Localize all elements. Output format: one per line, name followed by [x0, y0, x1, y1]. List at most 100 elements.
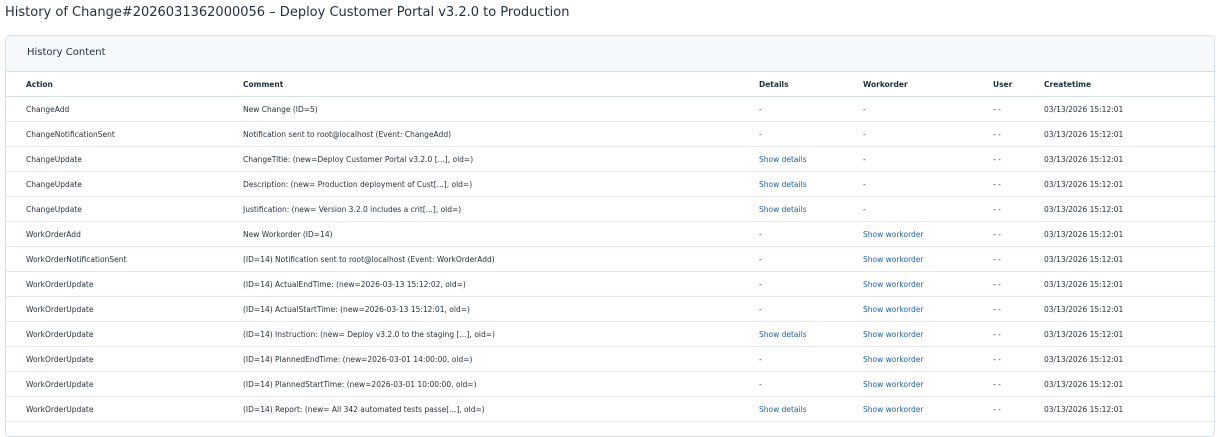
cell-details: Show details [759, 146, 863, 172]
column-header-createtime: Createtime [1044, 72, 1214, 97]
cell-comment: Notification sent to root@localhost (Eve… [243, 121, 759, 147]
cell-workorder-link[interactable]: Show workorder [863, 255, 924, 264]
cell-action: ChangeAdd [6, 96, 243, 122]
cell-createtime: 03/13/2026 15:12:01 [1044, 346, 1214, 372]
cell-action: WorkOrderUpdate [6, 396, 243, 422]
cell-action: ChangeNotificationSent [6, 121, 243, 147]
cell-workorder: Show workorder [863, 221, 993, 247]
cell-workorder-link[interactable]: Show workorder [863, 355, 924, 364]
cell-workorder: - [863, 121, 993, 147]
cell-user: - - [993, 146, 1044, 172]
cell-workorder: - [863, 146, 993, 172]
cell-details: - [759, 96, 863, 122]
cell-workorder-link[interactable]: Show workorder [863, 280, 924, 289]
cell-workorder-link[interactable]: Show workorder [863, 330, 924, 339]
cell-action: ChangeUpdate [6, 146, 243, 172]
cell-action: ChangeUpdate [6, 196, 243, 222]
cell-comment: (ID=14) ActualEndTime: (new=2026-03-13 1… [243, 271, 759, 297]
cell-action: WorkOrderUpdate [6, 346, 243, 372]
cell-details-link[interactable]: Show details [759, 405, 807, 414]
cell-user: - - [993, 96, 1044, 122]
table-row: WorkOrderUpdate (ID=14) PlannedEndTime: (… [6, 346, 1214, 372]
table-row: WorkOrderUpdate (ID=14) Report: (new= All… [6, 396, 1214, 422]
cell-workorder: Show workorder [863, 371, 993, 397]
cell-createtime: 03/13/2026 15:12:01 [1044, 171, 1214, 197]
cell-comment: (ID=14) ActualStartTime: (new=2026-03-13… [243, 296, 759, 322]
cell-user: - - [993, 121, 1044, 147]
cell-comment: (ID=14) Report: (new= All 342 automated … [243, 396, 759, 422]
cell-action: WorkOrderUpdate [6, 271, 243, 297]
cell-workorder-link[interactable]: Show workorder [863, 305, 924, 314]
table-row: WorkOrderUpdate (ID=14) ActualEndTime: (n… [6, 271, 1214, 297]
cell-action: WorkOrderUpdate [6, 321, 243, 347]
cell-details: - [759, 346, 863, 372]
cell-createtime: 03/13/2026 15:12:01 [1044, 246, 1214, 272]
cell-createtime: 03/13/2026 15:12:01 [1044, 146, 1214, 172]
table-header-row: Action Comment Details Workorder User Cr… [6, 72, 1214, 97]
cell-user: - - [993, 371, 1044, 397]
cell-user: - - [993, 221, 1044, 247]
cell-workorder-link[interactable]: Show workorder [863, 380, 924, 389]
column-header-details: Details [759, 72, 863, 97]
cell-user: - - [993, 321, 1044, 347]
cell-workorder: Show workorder [863, 321, 993, 347]
history-panel: History Content Action Comment Details W… [5, 35, 1215, 437]
column-header-user: User [993, 72, 1044, 97]
table-row: WorkOrderUpdate (ID=14) PlannedStartTime:… [6, 371, 1214, 397]
cell-workorder: - [863, 171, 993, 197]
cell-createtime: 03/13/2026 15:12:01 [1044, 121, 1214, 147]
table-row: WorkOrderUpdate (ID=14) Instruction: (new… [6, 321, 1214, 347]
cell-workorder-link[interactable]: Show workorder [863, 230, 924, 239]
column-header-action: Action [6, 72, 243, 97]
cell-details: Show details [759, 196, 863, 222]
cell-user: - - [993, 396, 1044, 422]
cell-comment: New Workorder (ID=14) [243, 221, 759, 247]
panel-title: History Content [27, 47, 106, 58]
table-row: ChangeAdd New Change (ID=5) - - - -03/13/202… [6, 96, 1214, 122]
cell-workorder: Show workorder [863, 296, 993, 322]
cell-comment: (ID=14) Instruction: (new= Deploy v3.2.0… [243, 321, 759, 347]
cell-createtime: 03/13/2026 15:12:01 [1044, 396, 1214, 422]
cell-comment: Description: (new= Production deployment… [243, 171, 759, 197]
cell-user: - - [993, 171, 1044, 197]
cell-details: - [759, 246, 863, 272]
cell-workorder-link[interactable]: Show workorder [863, 405, 924, 414]
history-table-body: ChangeAdd New Change (ID=5) - - - -03/13/202… [6, 96, 1214, 422]
cell-action: WorkOrderNotificationSent [6, 246, 243, 272]
cell-createtime: 03/13/2026 15:12:01 [1044, 96, 1214, 122]
table-row: ChangeUpdate Justification: (new= Version… [6, 196, 1214, 222]
cell-workorder: - [863, 196, 993, 222]
cell-user: - - [993, 296, 1044, 322]
cell-comment: ChangeTitle: (new=Deploy Customer Portal… [243, 146, 759, 172]
cell-createtime: 03/13/2026 15:12:01 [1044, 296, 1214, 322]
table-row: ChangeUpdate ChangeTitle: (new=Deploy Cus… [6, 146, 1214, 172]
cell-details-link[interactable]: Show details [759, 155, 807, 164]
column-header-comment: Comment [243, 72, 759, 97]
cell-createtime: 03/13/2026 15:12:01 [1044, 221, 1214, 247]
column-header-workorder: Workorder [863, 72, 993, 97]
cell-details: - [759, 221, 863, 247]
cell-action: ChangeUpdate [6, 171, 243, 197]
cell-comment: (ID=14) Notification sent to root@localh… [243, 246, 759, 272]
cell-action: WorkOrderUpdate [6, 296, 243, 322]
cell-details: Show details [759, 396, 863, 422]
cell-action: WorkOrderUpdate [6, 371, 243, 397]
panel-header: History Content [6, 36, 1214, 72]
table-row: ChangeUpdate Description: (new= Productio… [6, 171, 1214, 197]
cell-user: - - [993, 271, 1044, 297]
cell-comment: Justification: (new= Version 3.2.0 inclu… [243, 196, 759, 222]
table-row: WorkOrderUpdate (ID=14) ActualStartTime: … [6, 296, 1214, 322]
cell-workorder: Show workorder [863, 396, 993, 422]
cell-createtime: 03/13/2026 15:12:01 [1044, 371, 1214, 397]
cell-workorder: - [863, 96, 993, 122]
cell-details-link[interactable]: Show details [759, 330, 807, 339]
cell-workorder: Show workorder [863, 246, 993, 272]
cell-details-link[interactable]: Show details [759, 205, 807, 214]
cell-action: WorkOrderAdd [6, 221, 243, 247]
cell-createtime: 03/13/2026 15:12:01 [1044, 196, 1214, 222]
cell-details: Show details [759, 171, 863, 197]
cell-details: - [759, 271, 863, 297]
cell-details-link[interactable]: Show details [759, 180, 807, 189]
cell-details: - [759, 296, 863, 322]
history-table: Action Comment Details Workorder User Cr… [6, 72, 1214, 422]
